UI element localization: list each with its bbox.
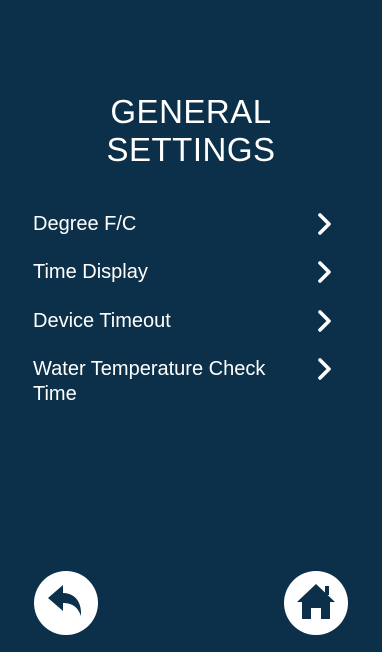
settings-menu: Degree F/C Time Display Device Timeout W… [0, 0, 382, 652]
back-arrow-icon [48, 585, 82, 616]
chevron-right-icon [318, 310, 331, 332]
back-button[interactable] [34, 571, 98, 635]
chevron-right-icon [318, 358, 331, 380]
general-settings-screen: GENERAL SETTINGS Degree F/C Time Display… [0, 0, 382, 652]
home-icon [297, 584, 335, 619]
menu-item-label: Time Display [33, 261, 148, 283]
menu-item-label: Degree F/C [33, 213, 137, 235]
menu-item-label: Water Temperature Check Time [33, 358, 266, 405]
home-button[interactable] [284, 571, 348, 635]
chevron-right-icon [318, 261, 331, 283]
menu-item-degree-f-c[interactable]: Degree F/C [33, 212, 333, 238]
menu-item-device-timeout[interactable]: Device Timeout [33, 309, 333, 335]
menu-item-time-display[interactable]: Time Display [33, 260, 333, 286]
chevron-right-icon [318, 213, 331, 235]
menu-item-water-temperature-check-time[interactable]: Water Temperature Check Time [33, 357, 333, 409]
menu-item-label: Device Timeout [33, 310, 171, 332]
